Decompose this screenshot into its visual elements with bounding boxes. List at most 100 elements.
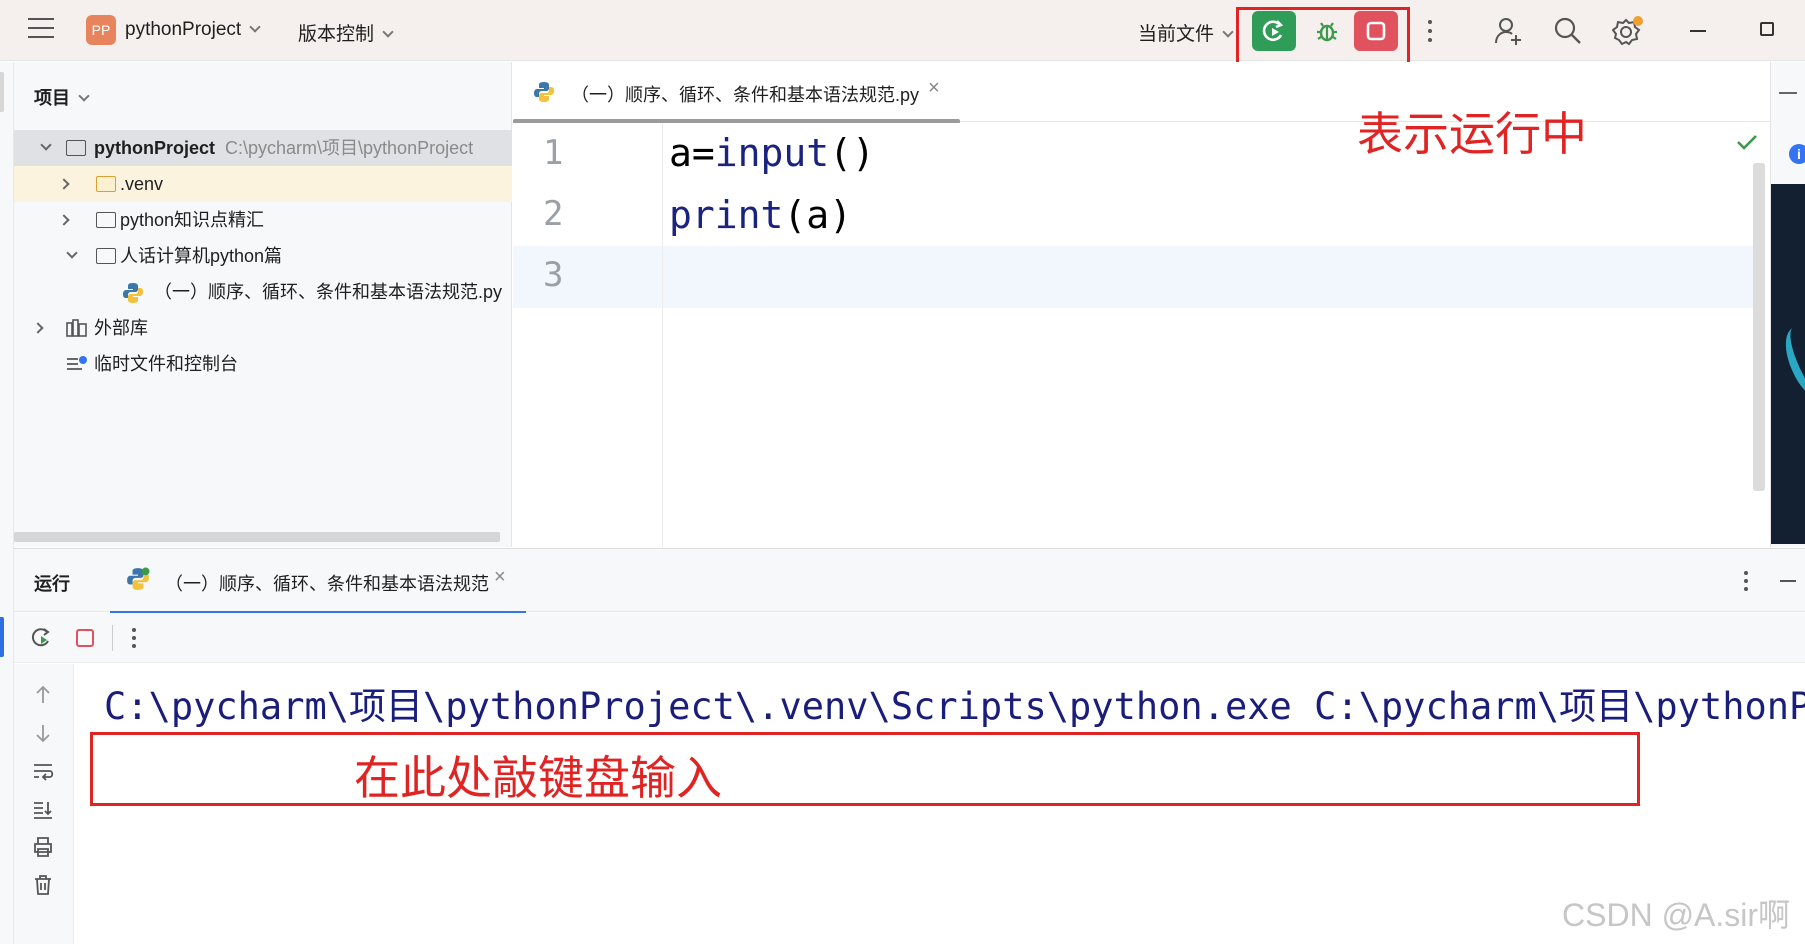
project-name: pythonProject [125, 19, 242, 40]
watermark: CSDN @A.sir啊 [1562, 897, 1791, 933]
tree-item-label: 临时文件和控制台 [94, 354, 238, 374]
folder-icon [96, 248, 116, 264]
run-config-selector[interactable]: 当前文件 [1138, 19, 1234, 46]
tree-item-path: C:\pycharm\项目\pythonProject [225, 138, 474, 158]
tree-item-label: pythonProject [94, 138, 216, 158]
chevron-right-icon[interactable] [58, 214, 70, 226]
console-side-toolbar [14, 664, 74, 944]
hide-panel-icon[interactable] [1780, 580, 1796, 582]
close-icon[interactable]: × [494, 566, 506, 589]
console-command-line: C:\pycharm\项目\pythonProject\.venv\Script… [104, 685, 1805, 728]
project-tool-marker[interactable] [0, 72, 4, 112]
run-tool-marker[interactable] [0, 617, 4, 657]
library-icon [66, 319, 87, 337]
more-icon[interactable] [132, 628, 136, 652]
toolbar-separator [112, 625, 113, 651]
minimize-icon[interactable] [1690, 30, 1706, 32]
current-line-highlight [513, 246, 1758, 308]
chevron-down-icon [382, 26, 394, 38]
line-number: 1 [543, 133, 564, 173]
input-annotation: 在此处敲键盘输入 [354, 751, 722, 805]
code-text: a=input() [669, 131, 875, 175]
editor-tab-label: （一）顺序、循环、条件和基本语法规范.py [571, 85, 920, 105]
line-number: 2 [543, 194, 564, 234]
arrow-up-icon[interactable] [32, 684, 54, 706]
console-output[interactable]: C:\pycharm\项目\pythonProject\.venv\Script… [74, 664, 1805, 944]
folder-icon [96, 212, 116, 228]
tree-item-label: 人话计算机python篇 [120, 246, 283, 266]
code-line: a=input() [669, 131, 875, 175]
tree-item-scratches[interactable]: 临时文件和控制台 [14, 346, 512, 382]
python-run-icon [127, 567, 150, 590]
code-line: print(a) [669, 193, 852, 237]
add-user-icon[interactable] [1493, 16, 1523, 46]
tree-item-label: 外部库 [94, 318, 148, 338]
search-icon[interactable] [1553, 16, 1583, 46]
restore-icon[interactable] [1760, 22, 1774, 36]
print-icon[interactable] [32, 836, 54, 858]
python-file-icon [123, 283, 143, 303]
tree-item-label: python知识点精汇 [120, 210, 265, 230]
chevron-down-icon[interactable] [40, 139, 52, 151]
line-number: 3 [543, 255, 564, 295]
close-icon[interactable]: × [928, 77, 940, 100]
scroll-to-end-icon[interactable] [32, 798, 54, 820]
editor-tab[interactable]: （一）顺序、循环、条件和基本语法规范.py × [513, 62, 960, 124]
python-file-icon [534, 82, 554, 102]
chevron-right-icon[interactable] [32, 322, 44, 334]
tree-item-external-libs[interactable]: 外部库 [14, 310, 512, 346]
chevron-down-icon [1222, 26, 1234, 38]
chevron-right-icon[interactable] [58, 178, 70, 190]
run-toolbar [14, 613, 1805, 663]
excluded-folder-icon [96, 176, 116, 192]
scratches-icon [67, 356, 87, 370]
stop-icon[interactable] [76, 629, 94, 647]
run-tab[interactable]: （一）顺序、循环、条件和基本语法规范 × [110, 549, 526, 615]
inspection-ok-icon[interactable] [1736, 133, 1758, 151]
horizontal-scrollbar[interactable] [14, 532, 500, 542]
input-highlight-box [90, 732, 1640, 806]
left-tool-strip [0, 62, 14, 944]
more-icon[interactable] [1428, 20, 1432, 42]
tree-item-venv[interactable]: .venv [14, 166, 512, 202]
tree-item-root[interactable]: pythonProject C:\pycharm\项目\pythonProject [14, 130, 512, 166]
running-annotation: 表示运行中 [1357, 107, 1587, 161]
soft-wrap-icon[interactable] [32, 760, 54, 782]
project-panel-header[interactable]: 项目 [34, 84, 90, 110]
tree-item-label: .venv [120, 174, 164, 194]
arrow-down-icon[interactable] [32, 722, 54, 744]
tree-item-python-file[interactable]: （一）顺序、循环、条件和基本语法规范.py [14, 274, 512, 310]
background-image-fragment [1771, 184, 1805, 544]
hamburger-icon[interactable] [28, 18, 54, 40]
running-highlight-box [1236, 7, 1410, 69]
tree-item-knowledge[interactable]: python知识点精汇 [14, 202, 512, 238]
vcs-label: 版本控制 [298, 24, 375, 45]
rerun-icon[interactable] [30, 626, 54, 650]
notification-icon[interactable]: i [1789, 144, 1805, 164]
run-window-title: 运行 [34, 574, 70, 594]
right-tool-strip: i [1770, 62, 1805, 547]
vertical-scrollbar[interactable] [1753, 163, 1765, 491]
chevron-down-icon [249, 21, 261, 33]
code-editor[interactable]: 1 2 3 a=input() print(a) [513, 123, 1770, 547]
project-panel-title: 项目 [34, 88, 70, 108]
line-number-gutter: 1 2 3 [513, 123, 663, 547]
code-text: print(a) [669, 193, 853, 237]
trash-icon[interactable] [32, 874, 54, 896]
project-badge: PP [86, 15, 116, 45]
chevron-down-icon [78, 90, 90, 102]
run-config-label: 当前文件 [1138, 24, 1215, 45]
project-switcher[interactable]: pythonProject [125, 19, 261, 41]
more-icon[interactable] [1744, 571, 1748, 595]
project-panel: 项目 pythonProject C:\pycharm\项目\pythonProj… [14, 62, 512, 547]
run-tab-label: （一）顺序、循环、条件和基本语法规范 [165, 574, 489, 594]
settings-icon[interactable] [1612, 16, 1644, 46]
folder-icon [66, 140, 86, 156]
hide-panel-icon[interactable] [1779, 92, 1797, 94]
title-bar: PP pythonProject 版本控制 当前文件 [0, 0, 1805, 69]
chevron-down-icon[interactable] [66, 247, 78, 259]
tree-item-label: （一）顺序、循环、条件和基本语法规范.py [154, 282, 503, 302]
vcs-menu[interactable]: 版本控制 [298, 19, 394, 46]
tree-item-series[interactable]: 人话计算机python篇 [14, 238, 512, 274]
run-window-header: 运行 （一）顺序、循环、条件和基本语法规范 × [14, 548, 1805, 615]
